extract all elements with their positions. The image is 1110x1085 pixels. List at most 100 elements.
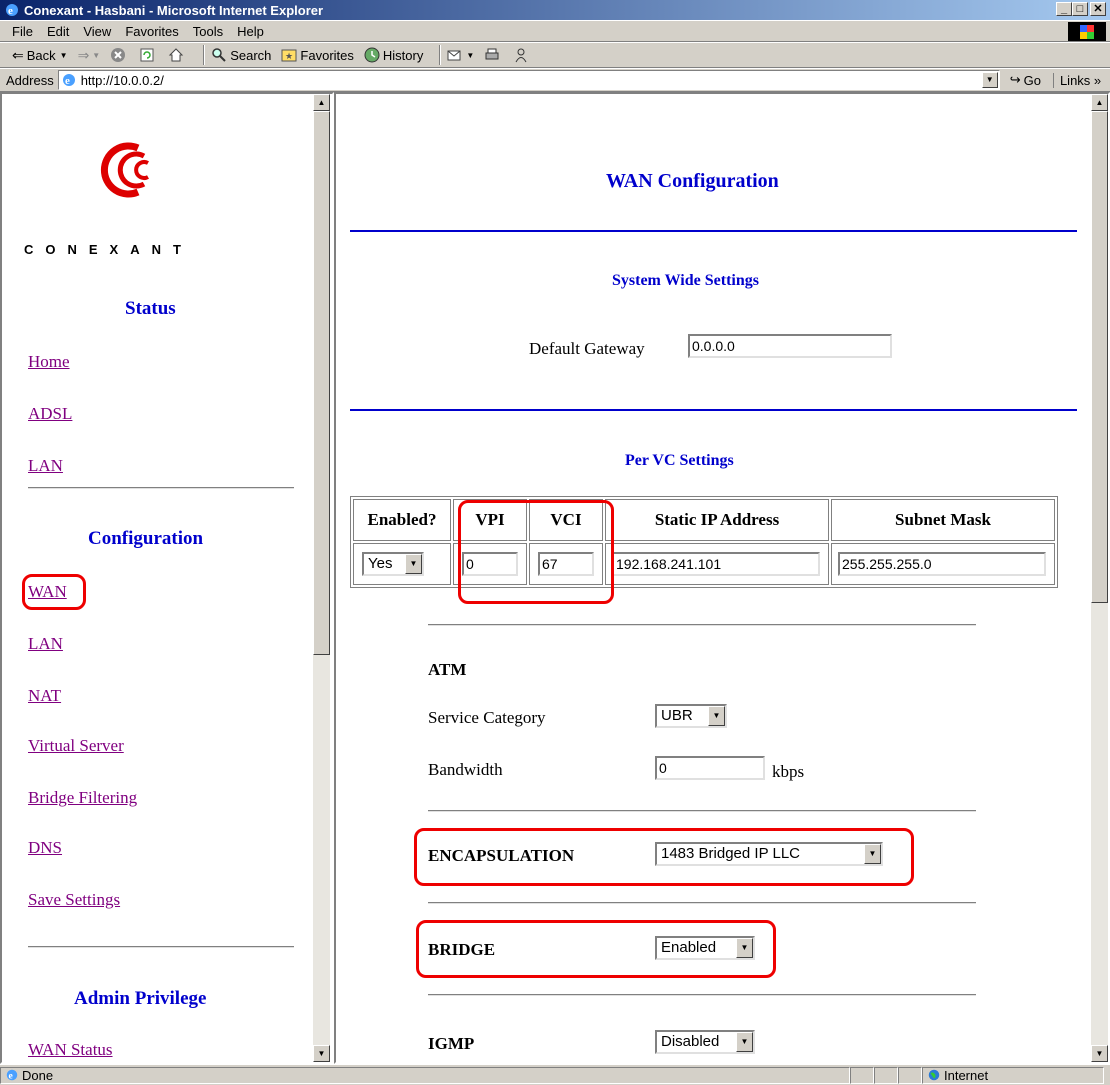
print-button[interactable] [484,47,503,63]
ie-icon: e [6,4,18,17]
window-title: Conexant - Hasbani - Microsoft Internet … [24,2,324,18]
favorites-label: Favorites [300,47,354,63]
encapsulation-label: ENCAPSULATION [428,846,575,865]
per-vc-heading: Per VC Settings [625,452,734,469]
scroll-thumb[interactable] [313,111,330,655]
stop-icon [111,48,126,62]
section-divider [428,902,976,904]
nav-save-settings-link[interactable]: Save Settings [28,890,120,910]
refresh-button[interactable] [139,47,158,63]
scroll-thumb[interactable] [1091,111,1108,603]
menu-help[interactable]: Help [237,24,264,39]
nav-lan-status-link[interactable]: LAN [28,456,63,476]
nav-lan-config-link[interactable]: LAN [28,634,63,654]
scroll-down-icon[interactable]: ▼ [1091,1045,1108,1062]
dropdown-arrow-icon: ▼ [736,938,753,958]
search-button[interactable]: Search [211,47,271,63]
scroll-down-icon[interactable]: ▼ [313,1045,330,1062]
igmp-label: IGMP [428,1034,475,1053]
menu-bar: File Edit View Favorites Tools Help [0,20,1110,42]
content-scrollbar[interactable]: ▲ ▼ [1091,94,1108,1062]
nav-wan-status-link[interactable]: WAN Status [28,1040,113,1060]
scroll-up-icon[interactable]: ▲ [1091,94,1108,111]
static-ip-input[interactable]: 192.168.241.101 [612,552,820,576]
col-enabled: Enabled? [353,499,451,541]
igmp-select[interactable]: Disabled ▼ [655,1030,755,1054]
status-heading: Status [125,298,176,319]
go-label: Go [1023,72,1041,88]
maximize-button[interactable]: □ [1072,2,1088,16]
menu-favorites[interactable]: Favorites [125,24,178,39]
svg-text:★: ★ [285,51,293,61]
favorites-icon: ★ [281,49,297,62]
configuration-heading: Configuration [88,528,204,549]
dropdown-arrow-icon: ▼ [736,1032,753,1052]
menu-edit[interactable]: Edit [47,24,69,39]
nav-divider [28,946,294,948]
enabled-cell: Yes ▼ [353,543,451,585]
history-button[interactable]: History [364,47,423,63]
forward-button[interactable]: ⇒ ▼ [78,47,101,64]
go-button[interactable]: ↪ Go [1010,72,1041,88]
dropdown-arrow-icon: ▼ [864,844,881,864]
home-button[interactable] [168,47,187,63]
ip-cell: 192.168.241.101 [605,543,829,585]
links-button[interactable]: Links » [1052,72,1101,88]
back-button[interactable]: ⇐ Back ▼ [12,47,68,64]
menu-tools[interactable]: Tools [193,24,223,39]
mail-button[interactable]: ▼ [447,47,474,63]
standard-toolbar: ⇐ Back ▼ ⇒ ▼ Search ★ Favorites History ▼ [0,42,1110,68]
col-subnet-mask: Subnet Mask [831,499,1055,541]
nav-home-link[interactable]: Home [28,352,70,372]
nav-virtual-server-link[interactable]: Virtual Server [28,736,124,756]
default-gateway-input[interactable]: 0.0.0.0 [688,334,892,358]
page-done-icon: e [6,1069,18,1082]
service-category-label: Service Category [428,708,546,727]
nav-bridge-filtering-link[interactable]: Bridge Filtering [28,788,137,808]
svg-text:e: e [8,5,13,17]
mask-cell: 255.255.255.0 [831,543,1055,585]
subnet-mask-input[interactable]: 255.255.255.0 [838,552,1046,576]
status-text: Done [22,1067,54,1083]
col-static-ip: Static IP Address [605,499,829,541]
menu-file[interactable]: File [12,24,33,39]
menu-view[interactable]: View [83,24,111,39]
section-divider [428,994,976,996]
address-input[interactable]: e http://10.0.0.2/ ▼ [57,70,1000,90]
page-title: WAN Configuration [606,170,779,192]
mail-icon [447,50,461,61]
nav-dns-link[interactable]: DNS [28,838,62,858]
scroll-up-icon[interactable]: ▲ [313,94,330,111]
status-empty-cell [898,1066,922,1084]
service-category-select[interactable]: UBR ▼ [655,704,727,728]
enabled-value: Yes [368,555,393,572]
conexant-wordmark: CONEXANT [24,242,193,257]
encapsulation-select[interactable]: 1483 Bridged IP LLC ▼ [655,842,883,866]
window-titlebar: e Conexant - Hasbani - Microsoft Interne… [0,0,1110,20]
bridge-select[interactable]: Enabled ▼ [655,936,755,960]
address-dropdown-icon[interactable]: ▼ [981,72,998,88]
messenger-icon [515,48,527,63]
messenger-button[interactable] [513,47,532,63]
stop-button[interactable] [110,47,129,63]
enabled-select[interactable]: Yes ▼ [362,552,424,576]
bridge-value: Enabled [661,939,717,956]
go-arrow-icon: ↪ [1009,72,1021,87]
minimize-button[interactable]: _ [1056,2,1072,16]
system-wide-heading: System Wide Settings [612,272,759,289]
search-label: Search [230,47,272,63]
nav-scrollbar[interactable]: ▲ ▼ [313,94,330,1062]
close-button[interactable]: ✕ [1090,2,1106,16]
bandwidth-input[interactable]: 0 [655,756,765,780]
nav-nat-link[interactable]: NAT [28,686,61,706]
conexant-logo-icon [100,142,149,198]
navigation-frame: CONEXANT Status Home ADSL LAN Configurat… [0,92,334,1064]
print-icon [485,48,499,60]
wan-highlight [22,574,86,610]
favorites-button[interactable]: ★ Favorites [281,47,354,63]
dropdown-arrow-icon: ▼ [708,706,725,726]
forward-arrow-icon: ⇒ [77,46,90,63]
globe-icon [928,1069,940,1081]
nav-adsl-link[interactable]: ADSL [28,404,72,424]
svg-text:e: e [65,75,70,87]
